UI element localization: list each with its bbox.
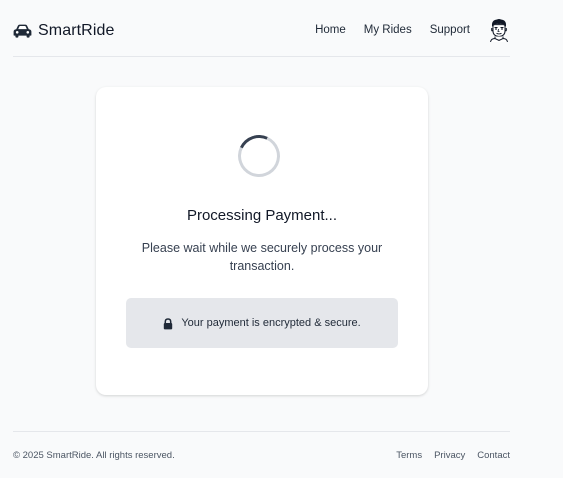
secure-payment-notice: Your payment is encrypted & secure. [126, 298, 398, 348]
brand-name: SmartRide [38, 22, 115, 39]
footer-privacy-link[interactable]: Privacy [434, 450, 465, 461]
user-avatar-icon[interactable] [488, 18, 510, 43]
secure-payment-text: Your payment is encrypted & secure. [181, 317, 361, 329]
footer-links: Terms Privacy Contact [384, 450, 510, 461]
footer-terms-link[interactable]: Terms [396, 450, 422, 461]
site-footer: © 2025 SmartRide. All rights reserved. T… [13, 431, 510, 471]
processing-title: Processing Payment... [186, 207, 338, 224]
nav-support-link[interactable]: Support [430, 24, 470, 36]
main-nav: Home My Rides Support [315, 18, 510, 43]
payment-status-card: Processing Payment... Please wait while … [96, 87, 428, 395]
nav-home-link[interactable]: Home [315, 24, 346, 36]
processing-message: Please wait while we securely process yo… [141, 241, 383, 273]
copyright-text: © 2025 SmartRide. All rights reserved. [13, 450, 175, 461]
brand-logo[interactable]: SmartRide [13, 22, 114, 40]
nav-my-rides-link[interactable]: My Rides [364, 24, 412, 36]
footer-contact-link[interactable]: Contact [477, 450, 510, 461]
lock-icon [163, 317, 173, 330]
loading-spinner-icon [232, 129, 286, 183]
site-header: SmartRide Home My Rides Support [13, 14, 510, 57]
car-icon [13, 24, 32, 38]
payment-processing-page: SmartRide Home My Rides Support Processi… [0, 0, 563, 478]
